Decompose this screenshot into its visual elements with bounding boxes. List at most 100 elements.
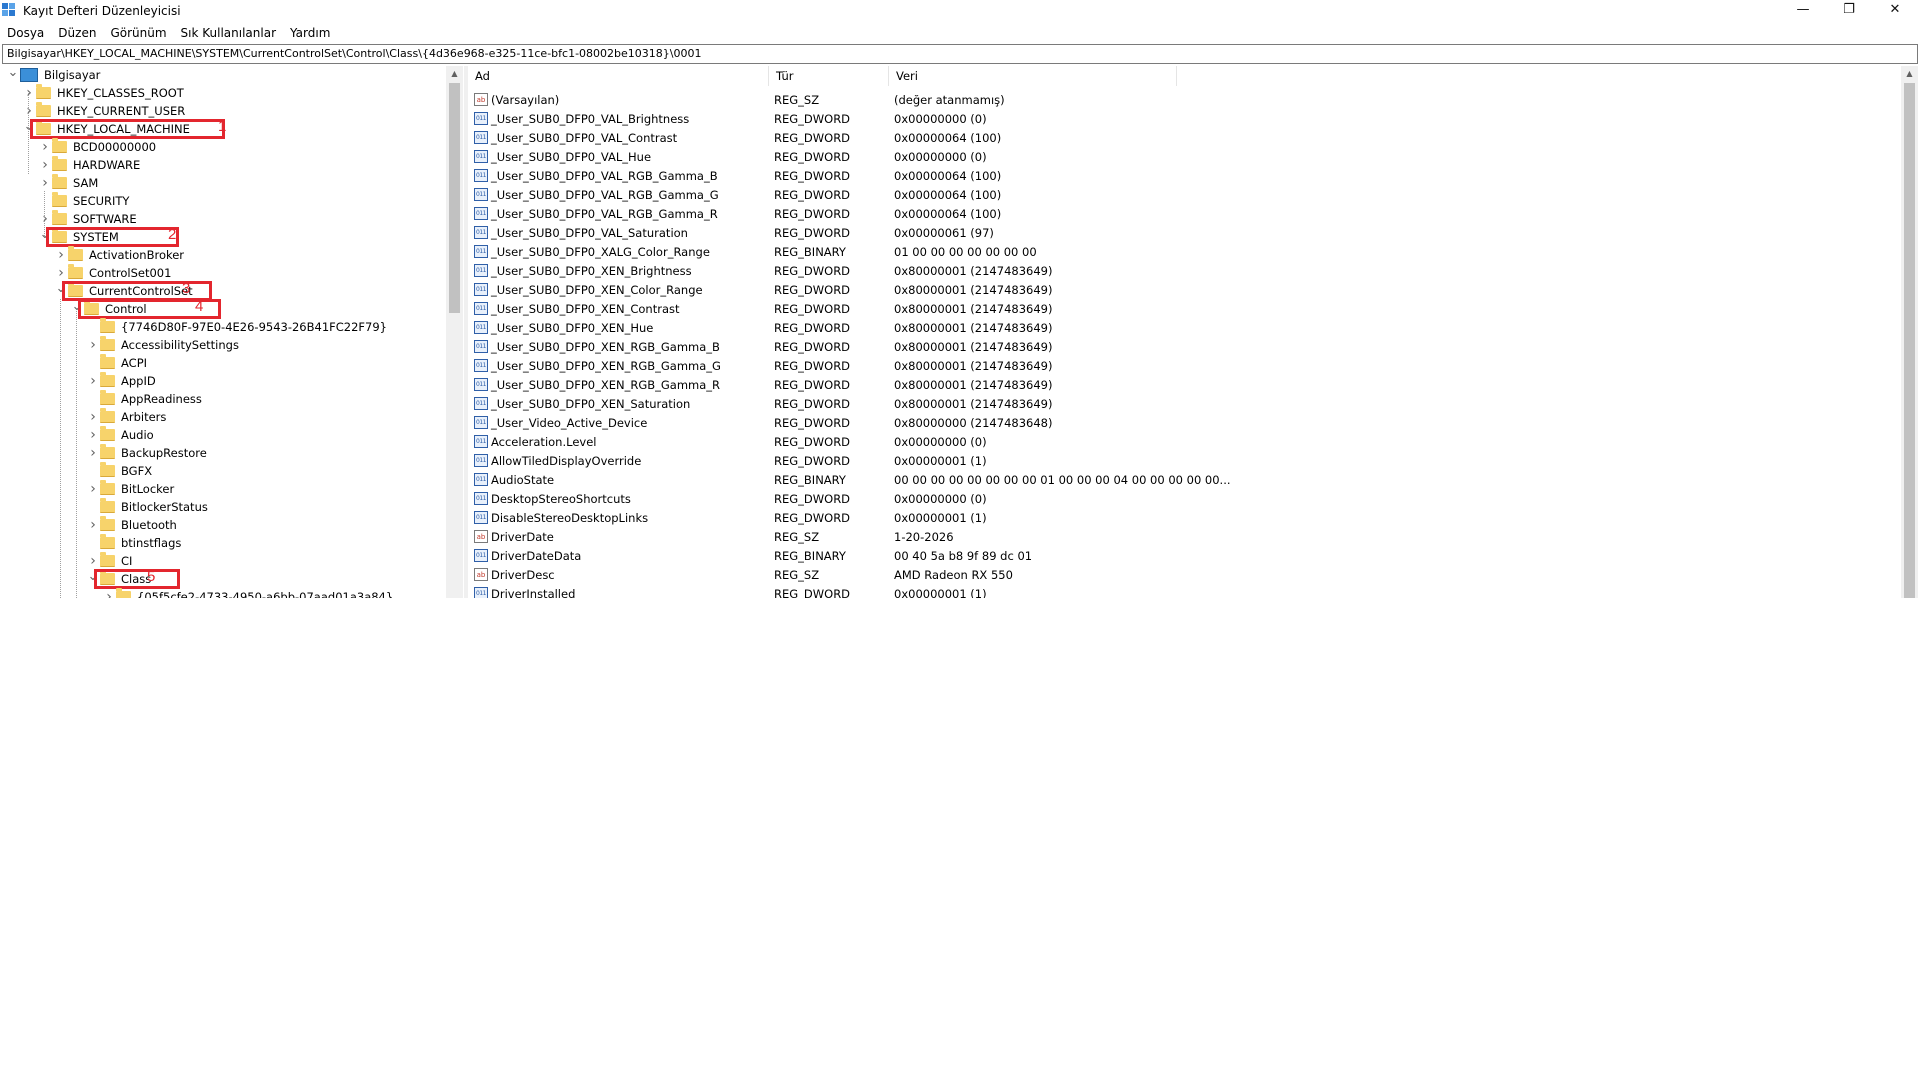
menu-favorites[interactable]: Sık Kullanılanlar — [174, 23, 283, 43]
value-row[interactable]: 011 _User_SUB0_DFP0_VAL_RGB_Gamma_B REG_DW… — [468, 166, 1888, 185]
value-row[interactable]: 011 AudioState REG_BINARY 00 00 00 00 00 00… — [468, 470, 1888, 489]
menu-help[interactable]: Yardım — [283, 23, 337, 43]
value-row[interactable]: 011 DriverDateData REG_BINARY 00 40 5a b8 9… — [468, 546, 1888, 565]
value-row[interactable]: 011 _User_SUB0_DFP0_XEN_RGB_Gamma_R REG_DW… — [468, 375, 1888, 394]
tree-node[interactable]: › SOFTWARE — [38, 210, 137, 228]
value-row[interactable]: 011 AllowTiledDisplayOverride REG_DWORD 0x0… — [468, 451, 1888, 470]
value-row[interactable]: 011 _User_SUB0_DFP0_XEN_RGB_Gamma_B REG_DW… — [468, 337, 1888, 356]
tree-node[interactable]: › BCD00000000 — [38, 138, 156, 156]
chevron-right-icon[interactable]: › — [38, 138, 52, 156]
chevron-right-icon[interactable]: › — [86, 516, 100, 534]
close-button[interactable]: ✕ — [1872, 0, 1918, 22]
value-row[interactable]: ab DriverDate REG_SZ 1-20-2026 — [468, 527, 1888, 546]
chevron-right-icon[interactable]: › — [86, 336, 100, 354]
tree-node[interactable]: ACPI — [86, 354, 147, 372]
binary-value-icon: 011 — [474, 226, 488, 239]
value-row[interactable]: 011 DisableStereoDesktopLinks REG_DWORD 0x0… — [468, 508, 1888, 527]
binary-value-icon: 011 — [474, 416, 488, 429]
value-row[interactable]: 011 _User_SUB0_DFP0_XALG_Color_Range REG_B… — [468, 242, 1888, 261]
tree-node-label: {05f5cfe2-4733-4950-a6bb-07aad01a3a84} — [137, 590, 394, 598]
tree-node[interactable]: BitlockerStatus — [86, 498, 208, 516]
chevron-right-icon[interactable]: › — [86, 426, 100, 444]
tree-node[interactable]: › Bluetooth — [86, 516, 177, 534]
chevron-right-icon[interactable]: › — [86, 480, 100, 498]
tree-node[interactable]: › BackupRestore — [86, 444, 207, 462]
chevron-down-icon[interactable]: ⌄ — [6, 66, 20, 81]
value-row[interactable]: 011 _User_SUB0_DFP0_VAL_Contrast REG_DWORD… — [468, 128, 1888, 147]
value-row[interactable]: 011 _User_SUB0_DFP0_VAL_RGB_Gamma_R REG_DW… — [468, 204, 1888, 223]
chevron-right-icon[interactable]: › — [102, 588, 116, 598]
folder-icon — [68, 246, 83, 261]
tree-node[interactable]: › HKEY_CURRENT_USER — [22, 102, 185, 120]
tree-node[interactable]: › BitLocker — [86, 480, 174, 498]
chevron-right-icon[interactable]: › — [54, 246, 68, 264]
menu-edit[interactable]: Düzen — [51, 23, 103, 43]
maximize-button[interactable]: ❐ — [1826, 0, 1872, 22]
value-data: 0x00000064 (100) — [894, 206, 1002, 221]
value-data: 0x00000000 (0) — [894, 491, 987, 506]
minimize-button[interactable]: — — [1780, 0, 1826, 22]
menu-view[interactable]: Görünüm — [103, 23, 173, 43]
tree-node[interactable]: › HARDWARE — [38, 156, 140, 174]
tree-node[interactable]: BGFX — [86, 462, 152, 480]
binary-value-icon: 011 — [474, 435, 488, 448]
value-type: REG_DWORD — [774, 491, 851, 506]
tree-scroll-thumb[interactable] — [449, 83, 460, 313]
column-header-type[interactable]: Tür — [769, 66, 889, 86]
scroll-up-arrow-icon[interactable]: ▲ — [446, 66, 463, 82]
value-row[interactable]: 011 _User_SUB0_DFP0_VAL_RGB_Gamma_G REG_DW… — [468, 185, 1888, 204]
value-row[interactable]: 011 _User_Video_Active_Device REG_DWORD 0x8… — [468, 413, 1888, 432]
value-row[interactable]: 011 DriverInstalled REG_DWORD 0x00000001 (1… — [468, 584, 1888, 598]
address-bar[interactable]: Bilgisayar\HKEY_LOCAL_MACHINE\SYSTEM\Cur… — [2, 44, 1918, 64]
value-row[interactable]: 011 _User_SUB0_DFP0_XEN_Contrast REG_DWORD… — [468, 299, 1888, 318]
value-row[interactable]: 011 _User_SUB0_DFP0_XEN_Color_Range REG_DW… — [468, 280, 1888, 299]
value-row[interactable]: 011 _User_SUB0_DFP0_XEN_Saturation REG_DWO… — [468, 394, 1888, 413]
tree-node[interactable]: › SAM — [38, 174, 98, 192]
tree-node[interactable]: › AccessibilitySettings — [86, 336, 239, 354]
values-scroll-thumb[interactable] — [1904, 83, 1915, 598]
annotation-box — [94, 569, 180, 589]
chevron-right-icon[interactable]: › — [38, 156, 52, 174]
values-scrollbar[interactable]: ▲ — [1901, 66, 1918, 598]
tree-node[interactable]: › HKEY_CLASSES_ROOT — [22, 84, 184, 102]
chevron-right-icon[interactable]: › — [86, 408, 100, 426]
column-header-data[interactable]: Veri — [889, 66, 1177, 86]
tree-node[interactable]: SECURITY — [38, 192, 129, 210]
tree-node[interactable]: › AppID — [86, 372, 156, 390]
tree-node[interactable]: › ActivationBroker — [54, 246, 184, 264]
tree-scrollbar[interactable]: ▲ — [446, 66, 463, 598]
menu-file[interactable]: Dosya — [0, 23, 51, 43]
value-type: REG_DWORD — [774, 168, 851, 183]
tree-node[interactable]: › Audio — [86, 426, 154, 444]
column-header-name[interactable]: Ad — [468, 66, 769, 86]
value-type: REG_DWORD — [774, 149, 851, 164]
value-row[interactable]: 011 _User_SUB0_DFP0_XEN_Brightness REG_DWO… — [468, 261, 1888, 280]
value-data: 0x80000001 (2147483649) — [894, 377, 1053, 392]
tree-node[interactable]: › Arbiters — [86, 408, 166, 426]
tree-node-label: HKEY_CLASSES_ROOT — [57, 86, 184, 100]
folder-icon — [100, 516, 115, 531]
value-row[interactable]: ab DriverDesc REG_SZ AMD Radeon RX 550 — [468, 565, 1888, 584]
scroll-up-arrow-icon[interactable]: ▲ — [1901, 66, 1918, 82]
value-row[interactable]: ab (Varsayılan) REG_SZ (değer atanmamış) — [468, 90, 1888, 109]
tree-node[interactable]: › {05f5cfe2-4733-4950-a6bb-07aad01a3a84} — [102, 588, 393, 598]
chevron-right-icon[interactable]: › — [86, 444, 100, 462]
value-row[interactable]: 011 _User_SUB0_DFP0_XEN_Hue REG_DWORD 0x800… — [468, 318, 1888, 337]
tree-node[interactable]: btinstflags — [86, 534, 181, 552]
chevron-right-icon[interactable]: › — [38, 174, 52, 192]
chevron-right-icon[interactable]: › — [22, 84, 36, 102]
tree-node[interactable]: › ControlSet001 — [54, 264, 171, 282]
value-row[interactable]: 011 _User_SUB0_DFP0_VAL_Saturation REG_DWO… — [468, 223, 1888, 242]
tree-node[interactable]: AppReadiness — [86, 390, 202, 408]
value-row[interactable]: 011 _User_SUB0_DFP0_VAL_Brightness REG_DWO… — [468, 109, 1888, 128]
tree-node[interactable]: ⌄ Bilgisayar — [6, 66, 100, 84]
folder-icon — [116, 588, 131, 598]
chevron-right-icon[interactable]: › — [86, 372, 100, 390]
tree-node[interactable]: {7746D80F-97E0-4E26-9543-26B41FC22F79} — [86, 318, 387, 336]
value-row[interactable]: 011 _User_SUB0_DFP0_VAL_Hue REG_DWORD 0x000… — [468, 147, 1888, 166]
value-row[interactable]: 011 DesktopStereoShortcuts REG_DWORD 0x0000… — [468, 489, 1888, 508]
value-row[interactable]: 011 Acceleration.Level REG_DWORD 0x00000000… — [468, 432, 1888, 451]
value-type: REG_DWORD — [774, 187, 851, 202]
value-row[interactable]: 011 _User_SUB0_DFP0_XEN_RGB_Gamma_G REG_DW… — [468, 356, 1888, 375]
